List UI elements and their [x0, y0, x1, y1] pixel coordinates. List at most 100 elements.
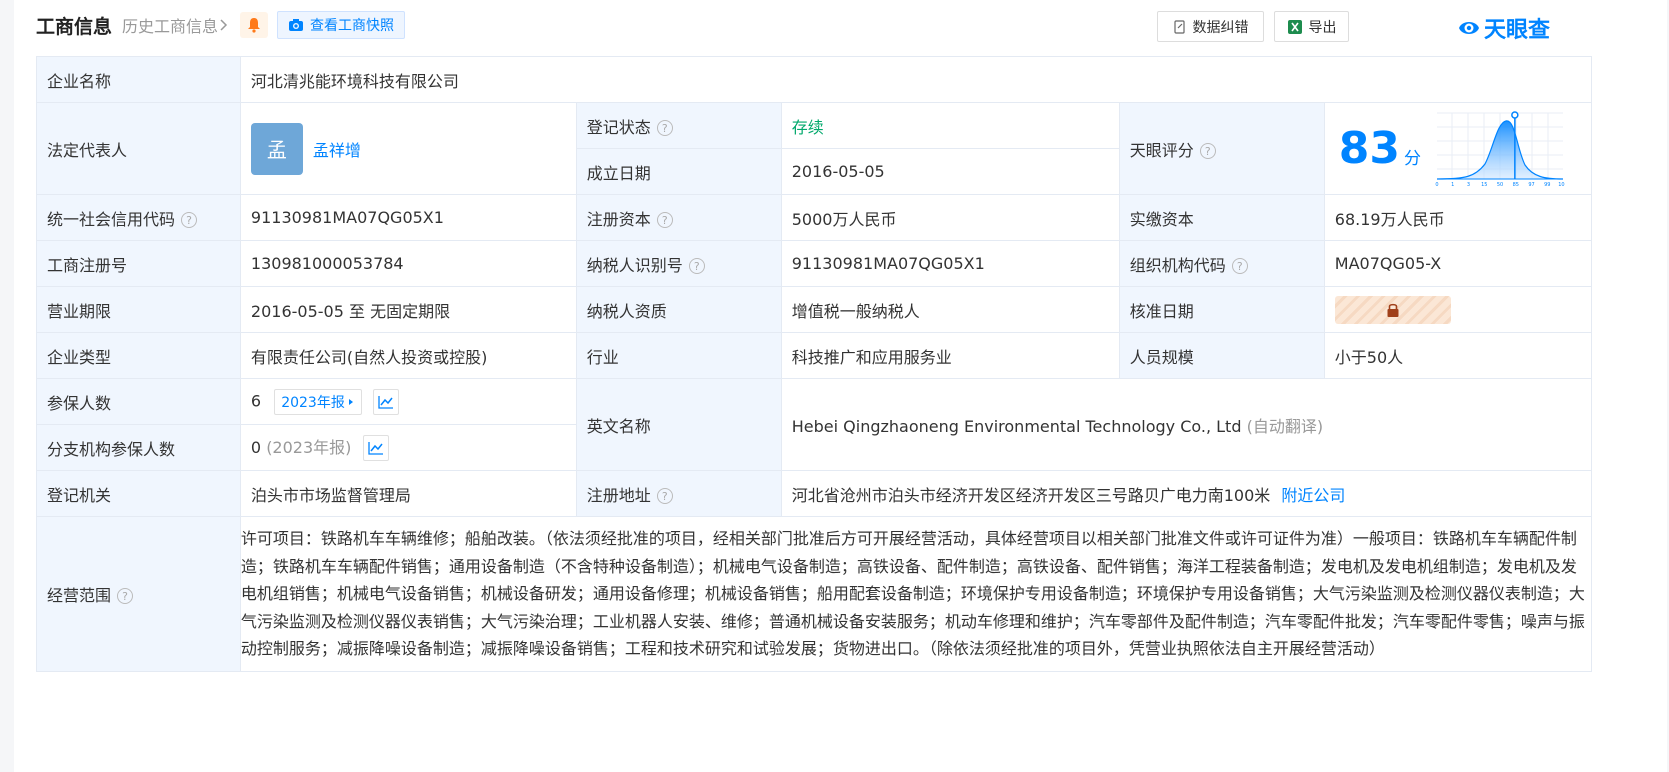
trend-chart-icon	[367, 442, 383, 455]
trend-chart-icon	[378, 395, 393, 409]
section-title: 工商信息	[36, 15, 113, 38]
term-label: 营业期限	[36, 286, 241, 333]
branch-insured-label: 分支机构参保人数	[36, 424, 241, 471]
established-value: 2016-05-05	[780, 148, 1120, 195]
credit-code-value: 91130981MA07QG05X1	[239, 194, 577, 241]
english-name-cell: Hebei Qingzhaoneng Environmental Technol…	[780, 378, 1593, 471]
address-label: 注册地址	[586, 485, 651, 505]
insured-trend-button[interactable]	[372, 388, 399, 415]
score-marker-dot	[1511, 110, 1519, 119]
chart-tick-label: 50	[1497, 182, 1503, 188]
export-button[interactable]: 导出	[1274, 11, 1349, 42]
auto-translate-note: (自动翻译)	[1246, 416, 1324, 436]
chart-tick-label: 100	[1558, 182, 1565, 188]
annual-report-label: 2023年报	[281, 394, 345, 411]
annual-report-tag[interactable]: 2023年报	[274, 388, 362, 415]
avatar[interactable]: 孟	[250, 122, 303, 175]
legal-rep-name-link[interactable]: 孟祥增	[313, 137, 361, 161]
help-icon[interactable]: ?	[688, 258, 705, 274]
history-business-info-link[interactable]: 历史工商信息	[122, 13, 230, 37]
section-header: 工商信息 历史工商信息 查看工商快照	[36, 8, 406, 42]
edit-doc-icon	[1173, 19, 1185, 34]
tianyancha-logo[interactable]: 天眼查	[1456, 12, 1550, 44]
help-icon[interactable]: ?	[181, 212, 198, 228]
industry-label: 行业	[575, 332, 782, 379]
score-cell[interactable]: 83 分 0 1 3 15 50 85 97 99 100	[1323, 102, 1593, 195]
business-scope-value: 许可项目：铁路机车车辆维修；船舶改装。（依法须经批准的项目，经相关部门批准后方可…	[239, 516, 1593, 672]
chart-tick-label: 1	[1451, 182, 1454, 188]
org-code-label-cell: 组织机构代码?	[1118, 240, 1325, 287]
reg-status-label: 登记状态	[586, 117, 651, 137]
lock-icon	[1387, 303, 1399, 317]
paid-capital-label: 实缴资本	[1118, 194, 1325, 241]
branch-insured-trend-button[interactable]	[362, 435, 389, 462]
industry-value: 科技推广和应用服务业	[780, 332, 1120, 379]
help-icon[interactable]: ?	[656, 120, 673, 136]
excel-icon	[1287, 19, 1302, 34]
legal-rep-label: 法定代表人	[36, 102, 241, 195]
table-row: 参保人数 6 2023年报 英文名称 Hebei Qingzhaoneng En…	[36, 378, 1593, 471]
branch-insured-value: 0	[250, 437, 262, 457]
authority-label: 登记机关	[36, 470, 241, 517]
org-code-value: MA07QG05-X	[1323, 240, 1593, 287]
scope-label: 经营范围	[47, 585, 112, 605]
history-link-label: 历史工商信息	[122, 17, 219, 36]
staff-size-value: 小于50人	[1323, 332, 1593, 379]
logo-text: 天眼查	[1484, 18, 1551, 43]
table-row: 工商注册号 130981000053784 纳税人识别号? 91130981MA…	[36, 240, 1593, 287]
help-icon[interactable]: ?	[656, 212, 673, 228]
chart-tick-label: 3	[1467, 182, 1470, 188]
taxpayer-qual-label: 纳税人资质	[575, 286, 782, 333]
table-row: 统一社会信用代码? 91130981MA07QG05X1 注册资本? 5000万…	[36, 194, 1593, 241]
table-row: 企业名称 河北清兆能环境科技有限公司	[36, 56, 1593, 103]
address-label-cell: 注册地址?	[575, 470, 782, 517]
legal-rep-cell: 孟 孟祥增	[239, 102, 577, 195]
reg-capital-label: 注册资本	[586, 209, 651, 229]
monitor-bell-button[interactable]	[240, 12, 269, 38]
data-correction-button[interactable]: 数据纠错	[1157, 11, 1264, 42]
approval-date-label: 核准日期	[1118, 286, 1325, 333]
table-row: 法定代表人 孟 孟祥增 登记状态? 存续 天眼评分? 83 分 0 1 3 15…	[36, 102, 1593, 195]
bell-curve-area	[1437, 120, 1564, 179]
address-cell: 河北省沧州市泊头市经济开发区经济开发区三号路贝广电力南100米 附近公司	[780, 470, 1593, 517]
score-distribution-chart: 0 1 3 15 50 85 97 99 100	[1435, 110, 1565, 188]
table-row: 登记机关 泊头市市场监督管理局 注册地址? 河北省沧州市泊头市经济开发区经济开发…	[36, 470, 1593, 517]
term-value: 2016-05-05 至 无固定期限	[239, 286, 577, 333]
chart-tick-label: 0	[1435, 182, 1438, 188]
help-icon[interactable]: ?	[1199, 143, 1216, 159]
tianyan-score: 83 分 0 1 3 15 50 85 97 99 100	[1325, 109, 1591, 189]
tianyancha-eye-icon	[1459, 22, 1479, 34]
company-name-value: 河北清兆能环境科技有限公司	[239, 56, 1593, 103]
reg-status-label-cell: 登记状态?	[575, 102, 782, 149]
company-type-label: 企业类型	[36, 332, 241, 379]
table-row: 经营范围? 许可项目：铁路机车车辆维修；船舶改装。（依法须经批准的项目，经相关部…	[36, 516, 1593, 672]
chevron-right-icon	[220, 19, 228, 31]
snapshot-label: 查看工商快照	[310, 18, 395, 34]
reg-status-value: 存续	[780, 102, 1120, 149]
export-label: 导出	[1308, 19, 1337, 36]
branch-insured-note: (2023年报)	[266, 437, 352, 457]
score-label-cell: 天眼评分?	[1118, 102, 1325, 195]
chart-tick-label: 85	[1513, 182, 1519, 188]
bell-icon	[248, 18, 261, 33]
help-icon[interactable]: ?	[656, 488, 673, 504]
score-value: 83	[1338, 123, 1401, 174]
english-name-label: 英文名称	[575, 378, 782, 471]
view-snapshot-button[interactable]: 查看工商快照	[277, 11, 406, 39]
biz-reg-no-value: 130981000053784	[239, 240, 577, 287]
insured-label: 参保人数	[36, 378, 241, 425]
nearby-companies-link[interactable]: 附近公司	[1281, 486, 1345, 505]
credit-code-label: 统一社会信用代码	[47, 209, 176, 229]
paid-capital-value: 68.19万人民币	[1323, 194, 1593, 241]
help-icon[interactable]: ?	[117, 588, 134, 605]
company-type-value: 有限责任公司(自然人投资或控股)	[239, 332, 577, 379]
authority-value: 泊头市市场监督管理局	[239, 470, 577, 517]
table-row: 营业期限 2016-05-05 至 无固定期限 纳税人资质 增值税一般纳税人 核…	[36, 286, 1593, 333]
help-icon[interactable]: ?	[1231, 258, 1248, 274]
reg-capital-value: 5000万人民币	[780, 194, 1120, 241]
business-info-table: 企业名称 河北清兆能环境科技有限公司 法定代表人 孟 孟祥增 登记状态? 存续 …	[36, 56, 1593, 672]
approval-date-cell	[1323, 286, 1593, 333]
insured-value: 6	[250, 391, 262, 410]
score-label: 天眼评分	[1129, 140, 1194, 160]
locked-value-box[interactable]	[1334, 295, 1451, 324]
